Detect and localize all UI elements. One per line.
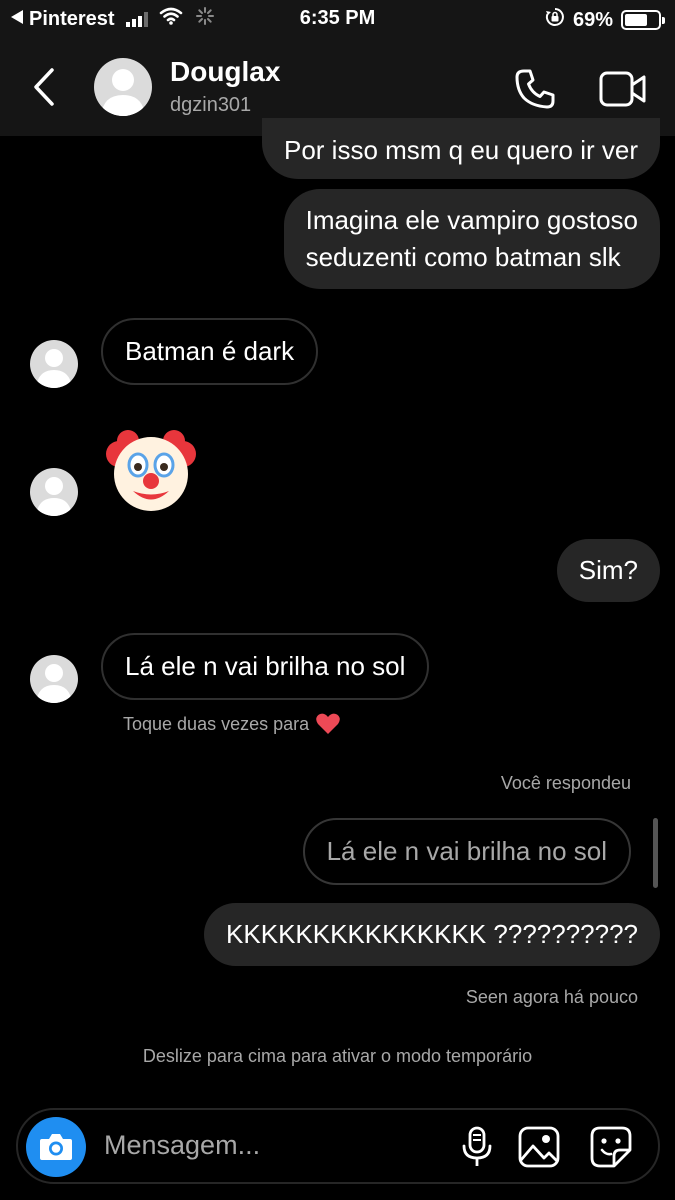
microphone-icon [462,1126,492,1166]
message-received[interactable]: Lá ele n vai brilha no sol [101,633,430,700]
heart-icon [316,713,340,734]
microphone-button[interactable] [454,1124,500,1170]
video-call-button[interactable] [598,68,648,110]
orientation-lock-icon [545,7,565,33]
chevron-left-icon [34,68,54,106]
back-button[interactable] [24,62,64,112]
gallery-button[interactable] [516,1124,562,1170]
double-tap-hint-text: Toque duas vezes para [123,713,310,734]
reply-label: Você respondeu [500,773,631,793]
message-received[interactable]: Batman é dark [101,318,319,385]
sender-avatar[interactable] [30,655,78,703]
default-avatar-icon [36,477,72,516]
default-avatar-icon [36,664,72,703]
status-bar: Pinterest 6:35 PM 69% [0,0,675,38]
message-sent[interactable]: Sim? [556,539,660,602]
sender-avatar[interactable] [30,340,78,388]
message-sent[interactable]: KKKKKKKKKKKKKKK ?????????? [204,903,660,966]
camera-button[interactable] [26,1117,86,1177]
sticker-icon [590,1126,632,1168]
gallery-image-icon [518,1126,560,1168]
clown-face-icon[interactable] [104,424,198,518]
sender-avatar[interactable] [30,468,78,516]
double-tap-hint: Toque duas vezes para [123,712,341,736]
battery-percent: 69% [572,8,613,31]
contact-name[interactable]: Douglax [170,56,280,88]
video-camera-icon [599,71,646,107]
seen-status: Seen agora há pouco [465,987,638,1007]
contact-avatar[interactable] [94,58,152,116]
contact-username[interactable]: dgzin301 [170,94,251,117]
audio-call-button[interactable] [512,66,558,112]
default-avatar-icon [101,69,145,116]
message-input[interactable]: Mensagem... [104,1130,260,1161]
sticker-button[interactable] [588,1124,634,1170]
reply-indicator-bar [653,818,658,888]
status-right: 69% [545,7,665,33]
message-line: seduzenti como batman slk [305,242,621,272]
message-line: Imagina ele vampiro gostoso [305,205,638,235]
battery-icon [621,10,665,30]
message-sent[interactable]: Imagina ele vampiro gostoso seduzenti co… [283,189,660,289]
temporary-mode-hint: Deslize para cima para ativar o modo tem… [142,1046,533,1066]
camera-icon [40,1134,72,1160]
message-sent[interactable]: Por isso msm q eu quero ir ver [261,118,660,179]
default-avatar-icon [36,349,72,388]
message-composer: Mensagem... [16,1108,660,1184]
phone-icon [515,69,555,109]
replied-message-quote[interactable]: Lá ele n vai brilha no sol [302,818,631,885]
